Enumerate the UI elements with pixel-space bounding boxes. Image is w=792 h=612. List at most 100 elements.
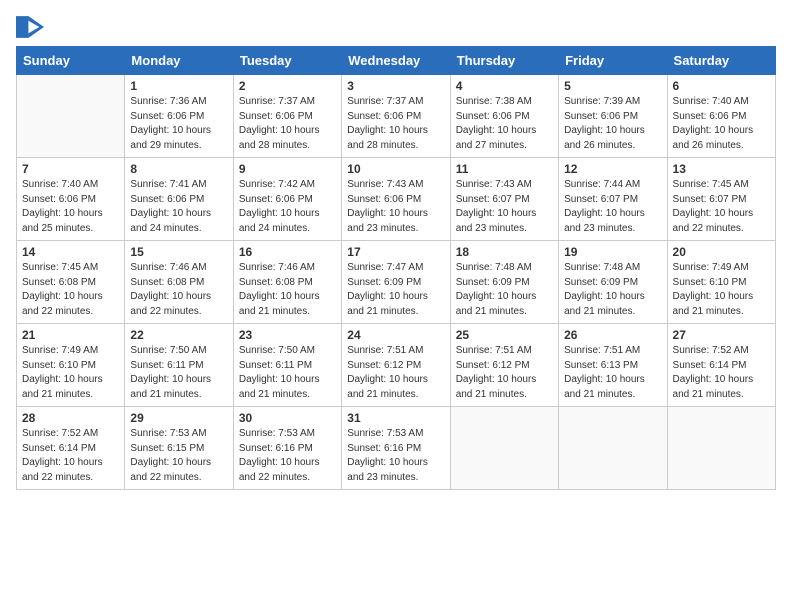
- calendar-day-cell: 11 Sunrise: 7:43 AMSunset: 6:07 PMDayligh…: [450, 158, 558, 241]
- day-info: Sunrise: 7:42 AMSunset: 6:06 PMDaylight:…: [239, 178, 336, 236]
- day-info: Sunrise: 7:51 AMSunset: 6:12 PMDaylight:…: [456, 344, 553, 402]
- day-info: Sunrise: 7:51 AMSunset: 6:12 PMDaylight:…: [347, 344, 444, 402]
- day-info: Sunrise: 7:50 AMSunset: 6:11 PMDaylight:…: [130, 344, 227, 402]
- day-info: Sunrise: 7:38 AMSunset: 6:06 PMDaylight:…: [456, 95, 553, 153]
- day-number: 25: [456, 328, 553, 342]
- calendar-week-row: 14 Sunrise: 7:45 AMSunset: 6:08 PMDayligh…: [17, 241, 776, 324]
- day-number: 31: [347, 411, 444, 425]
- day-info: Sunrise: 7:43 AMSunset: 6:06 PMDaylight:…: [347, 178, 444, 236]
- calendar-header-row: SundayMondayTuesdayWednesdayThursdayFrid…: [17, 47, 776, 75]
- day-number: 13: [673, 162, 770, 176]
- day-number: 27: [673, 328, 770, 342]
- calendar-day-cell: 30 Sunrise: 7:53 AMSunset: 6:16 PMDayligh…: [233, 407, 341, 490]
- calendar-week-row: 7 Sunrise: 7:40 AMSunset: 6:06 PMDaylight…: [17, 158, 776, 241]
- day-info: Sunrise: 7:37 AMSunset: 6:06 PMDaylight:…: [239, 95, 336, 153]
- calendar-day-cell: 9 Sunrise: 7:42 AMSunset: 6:06 PMDaylight…: [233, 158, 341, 241]
- day-number: 15: [130, 245, 227, 259]
- calendar-day-cell: 16 Sunrise: 7:46 AMSunset: 6:08 PMDayligh…: [233, 241, 341, 324]
- day-info: Sunrise: 7:45 AMSunset: 6:08 PMDaylight:…: [22, 261, 119, 319]
- day-number: 20: [673, 245, 770, 259]
- day-number: 8: [130, 162, 227, 176]
- day-of-week-header: Wednesday: [342, 47, 450, 75]
- day-info: Sunrise: 7:48 AMSunset: 6:09 PMDaylight:…: [456, 261, 553, 319]
- calendar-day-cell: 15 Sunrise: 7:46 AMSunset: 6:08 PMDayligh…: [125, 241, 233, 324]
- day-number: 17: [347, 245, 444, 259]
- calendar-day-cell: 14 Sunrise: 7:45 AMSunset: 6:08 PMDayligh…: [17, 241, 125, 324]
- day-info: Sunrise: 7:53 AMSunset: 6:16 PMDaylight:…: [347, 427, 444, 485]
- day-of-week-header: Tuesday: [233, 47, 341, 75]
- day-number: 18: [456, 245, 553, 259]
- day-info: Sunrise: 7:40 AMSunset: 6:06 PMDaylight:…: [22, 178, 119, 236]
- calendar-day-cell: 29 Sunrise: 7:53 AMSunset: 6:15 PMDayligh…: [125, 407, 233, 490]
- calendar-day-cell: 13Sunrise: 7:45 AMSunset: 6:07 PMDayligh…: [667, 158, 775, 241]
- calendar-day-cell: 22 Sunrise: 7:50 AMSunset: 6:11 PMDayligh…: [125, 324, 233, 407]
- day-number: 30: [239, 411, 336, 425]
- day-info: Sunrise: 7:36 AMSunset: 6:06 PMDaylight:…: [130, 95, 227, 153]
- day-info: Sunrise: 7:39 AMSunset: 6:06 PMDaylight:…: [564, 95, 661, 153]
- day-number: 26: [564, 328, 661, 342]
- day-of-week-header: Friday: [559, 47, 667, 75]
- calendar-day-cell: 25 Sunrise: 7:51 AMSunset: 6:12 PMDayligh…: [450, 324, 558, 407]
- day-info: Sunrise: 7:53 AMSunset: 6:16 PMDaylight:…: [239, 427, 336, 485]
- day-number: 16: [239, 245, 336, 259]
- day-number: 7: [22, 162, 119, 176]
- day-number: 14: [22, 245, 119, 259]
- day-number: 29: [130, 411, 227, 425]
- day-info: Sunrise: 7:52 AMSunset: 6:14 PMDaylight:…: [22, 427, 119, 485]
- day-info: Sunrise: 7:53 AMSunset: 6:15 PMDaylight:…: [130, 427, 227, 485]
- logo: [16, 16, 48, 38]
- day-number: 4: [456, 79, 553, 93]
- calendar-day-cell: 26 Sunrise: 7:51 AMSunset: 6:13 PMDayligh…: [559, 324, 667, 407]
- day-number: 22: [130, 328, 227, 342]
- calendar-table: SundayMondayTuesdayWednesdayThursdayFrid…: [16, 46, 776, 490]
- day-number: 28: [22, 411, 119, 425]
- calendar-day-cell: 10 Sunrise: 7:43 AMSunset: 6:06 PMDayligh…: [342, 158, 450, 241]
- calendar-week-row: 28 Sunrise: 7:52 AMSunset: 6:14 PMDayligh…: [17, 407, 776, 490]
- calendar-day-cell: 28 Sunrise: 7:52 AMSunset: 6:14 PMDayligh…: [17, 407, 125, 490]
- calendar-week-row: 1 Sunrise: 7:36 AMSunset: 6:06 PMDaylight…: [17, 75, 776, 158]
- calendar-day-cell: 21 Sunrise: 7:49 AMSunset: 6:10 PMDayligh…: [17, 324, 125, 407]
- day-info: Sunrise: 7:49 AMSunset: 6:10 PMDaylight:…: [22, 344, 119, 402]
- calendar-day-cell: 5 Sunrise: 7:39 AMSunset: 6:06 PMDaylight…: [559, 75, 667, 158]
- calendar-day-cell: 19Sunrise: 7:48 AMSunset: 6:09 PMDayligh…: [559, 241, 667, 324]
- day-info: Sunrise: 7:48 AMSunset: 6:09 PMDaylight:…: [564, 261, 661, 319]
- calendar-day-cell: 4 Sunrise: 7:38 AMSunset: 6:06 PMDaylight…: [450, 75, 558, 158]
- day-info: Sunrise: 7:37 AMSunset: 6:06 PMDaylight:…: [347, 95, 444, 153]
- calendar-day-cell: 7 Sunrise: 7:40 AMSunset: 6:06 PMDaylight…: [17, 158, 125, 241]
- day-number: 6: [673, 79, 770, 93]
- day-of-week-header: Sunday: [17, 47, 125, 75]
- day-number: 11: [456, 162, 553, 176]
- day-info: Sunrise: 7:50 AMSunset: 6:11 PMDaylight:…: [239, 344, 336, 402]
- day-number: 24: [347, 328, 444, 342]
- day-number: 12: [564, 162, 661, 176]
- day-number: 5: [564, 79, 661, 93]
- day-number: 1: [130, 79, 227, 93]
- day-number: 10: [347, 162, 444, 176]
- calendar-day-cell: [450, 407, 558, 490]
- day-number: 23: [239, 328, 336, 342]
- day-info: Sunrise: 7:43 AMSunset: 6:07 PMDaylight:…: [456, 178, 553, 236]
- calendar-day-cell: 6Sunrise: 7:40 AMSunset: 6:06 PMDaylight…: [667, 75, 775, 158]
- day-number: 21: [22, 328, 119, 342]
- day-info: Sunrise: 7:47 AMSunset: 6:09 PMDaylight:…: [347, 261, 444, 319]
- calendar-day-cell: 27 Sunrise: 7:52 AMSunset: 6:14 PMDayligh…: [667, 324, 775, 407]
- day-of-week-header: Thursday: [450, 47, 558, 75]
- day-info: Sunrise: 7:51 AMSunset: 6:13 PMDaylight:…: [564, 344, 661, 402]
- calendar-day-cell: 18 Sunrise: 7:48 AMSunset: 6:09 PMDayligh…: [450, 241, 558, 324]
- calendar-day-cell: [559, 407, 667, 490]
- day-of-week-header: Monday: [125, 47, 233, 75]
- calendar-day-cell: 1 Sunrise: 7:36 AMSunset: 6:06 PMDaylight…: [125, 75, 233, 158]
- calendar-day-cell: 2Sunrise: 7:37 AMSunset: 6:06 PMDaylight…: [233, 75, 341, 158]
- day-info: Sunrise: 7:46 AMSunset: 6:08 PMDaylight:…: [130, 261, 227, 319]
- calendar-day-cell: 20Sunrise: 7:49 AMSunset: 6:10 PMDayligh…: [667, 241, 775, 324]
- day-info: Sunrise: 7:44 AMSunset: 6:07 PMDaylight:…: [564, 178, 661, 236]
- calendar-day-cell: 3Sunrise: 7:37 AMSunset: 6:06 PMDaylight…: [342, 75, 450, 158]
- day-number: 9: [239, 162, 336, 176]
- calendar-week-row: 21 Sunrise: 7:49 AMSunset: 6:10 PMDayligh…: [17, 324, 776, 407]
- day-info: Sunrise: 7:46 AMSunset: 6:08 PMDaylight:…: [239, 261, 336, 319]
- calendar-day-cell: [17, 75, 125, 158]
- day-info: Sunrise: 7:52 AMSunset: 6:14 PMDaylight:…: [673, 344, 770, 402]
- calendar-day-cell: 12 Sunrise: 7:44 AMSunset: 6:07 PMDayligh…: [559, 158, 667, 241]
- day-info: Sunrise: 7:41 AMSunset: 6:06 PMDaylight:…: [130, 178, 227, 236]
- calendar-day-cell: 17 Sunrise: 7:47 AMSunset: 6:09 PMDayligh…: [342, 241, 450, 324]
